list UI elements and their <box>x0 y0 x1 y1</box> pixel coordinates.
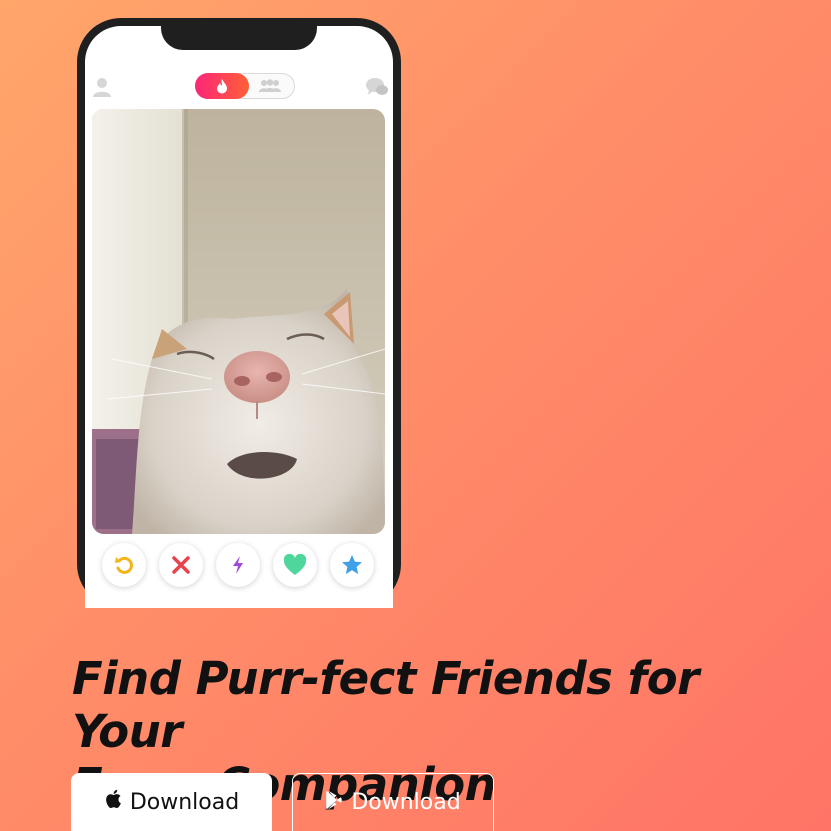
flame-icon[interactable] <box>195 73 249 99</box>
nope-icon[interactable] <box>159 543 203 587</box>
cat-photo[interactable] <box>92 109 385 534</box>
boost-icon[interactable] <box>216 543 260 587</box>
google-play-icon <box>325 790 343 816</box>
google-play-download-label: Download <box>351 790 461 815</box>
headline-line-1: Find Purr-fect Friends for Your <box>72 652 699 758</box>
app-store-download-label: Download <box>129 789 240 815</box>
phone-notch <box>161 18 317 50</box>
profile-icon[interactable] <box>91 76 113 98</box>
chat-icon[interactable] <box>365 76 388 98</box>
phone-screen <box>85 26 393 608</box>
mode-toggle[interactable] <box>195 73 295 99</box>
action-bar <box>85 543 393 593</box>
rewind-icon[interactable] <box>102 543 146 587</box>
google-play-download-button[interactable]: Download <box>292 773 494 831</box>
like-icon[interactable] <box>273 543 317 587</box>
apple-icon <box>104 789 122 815</box>
app-store-download-button[interactable]: Download <box>71 773 272 831</box>
people-icon[interactable] <box>256 77 284 95</box>
super-like-icon[interactable] <box>330 543 374 587</box>
phone-mockup <box>77 18 401 608</box>
